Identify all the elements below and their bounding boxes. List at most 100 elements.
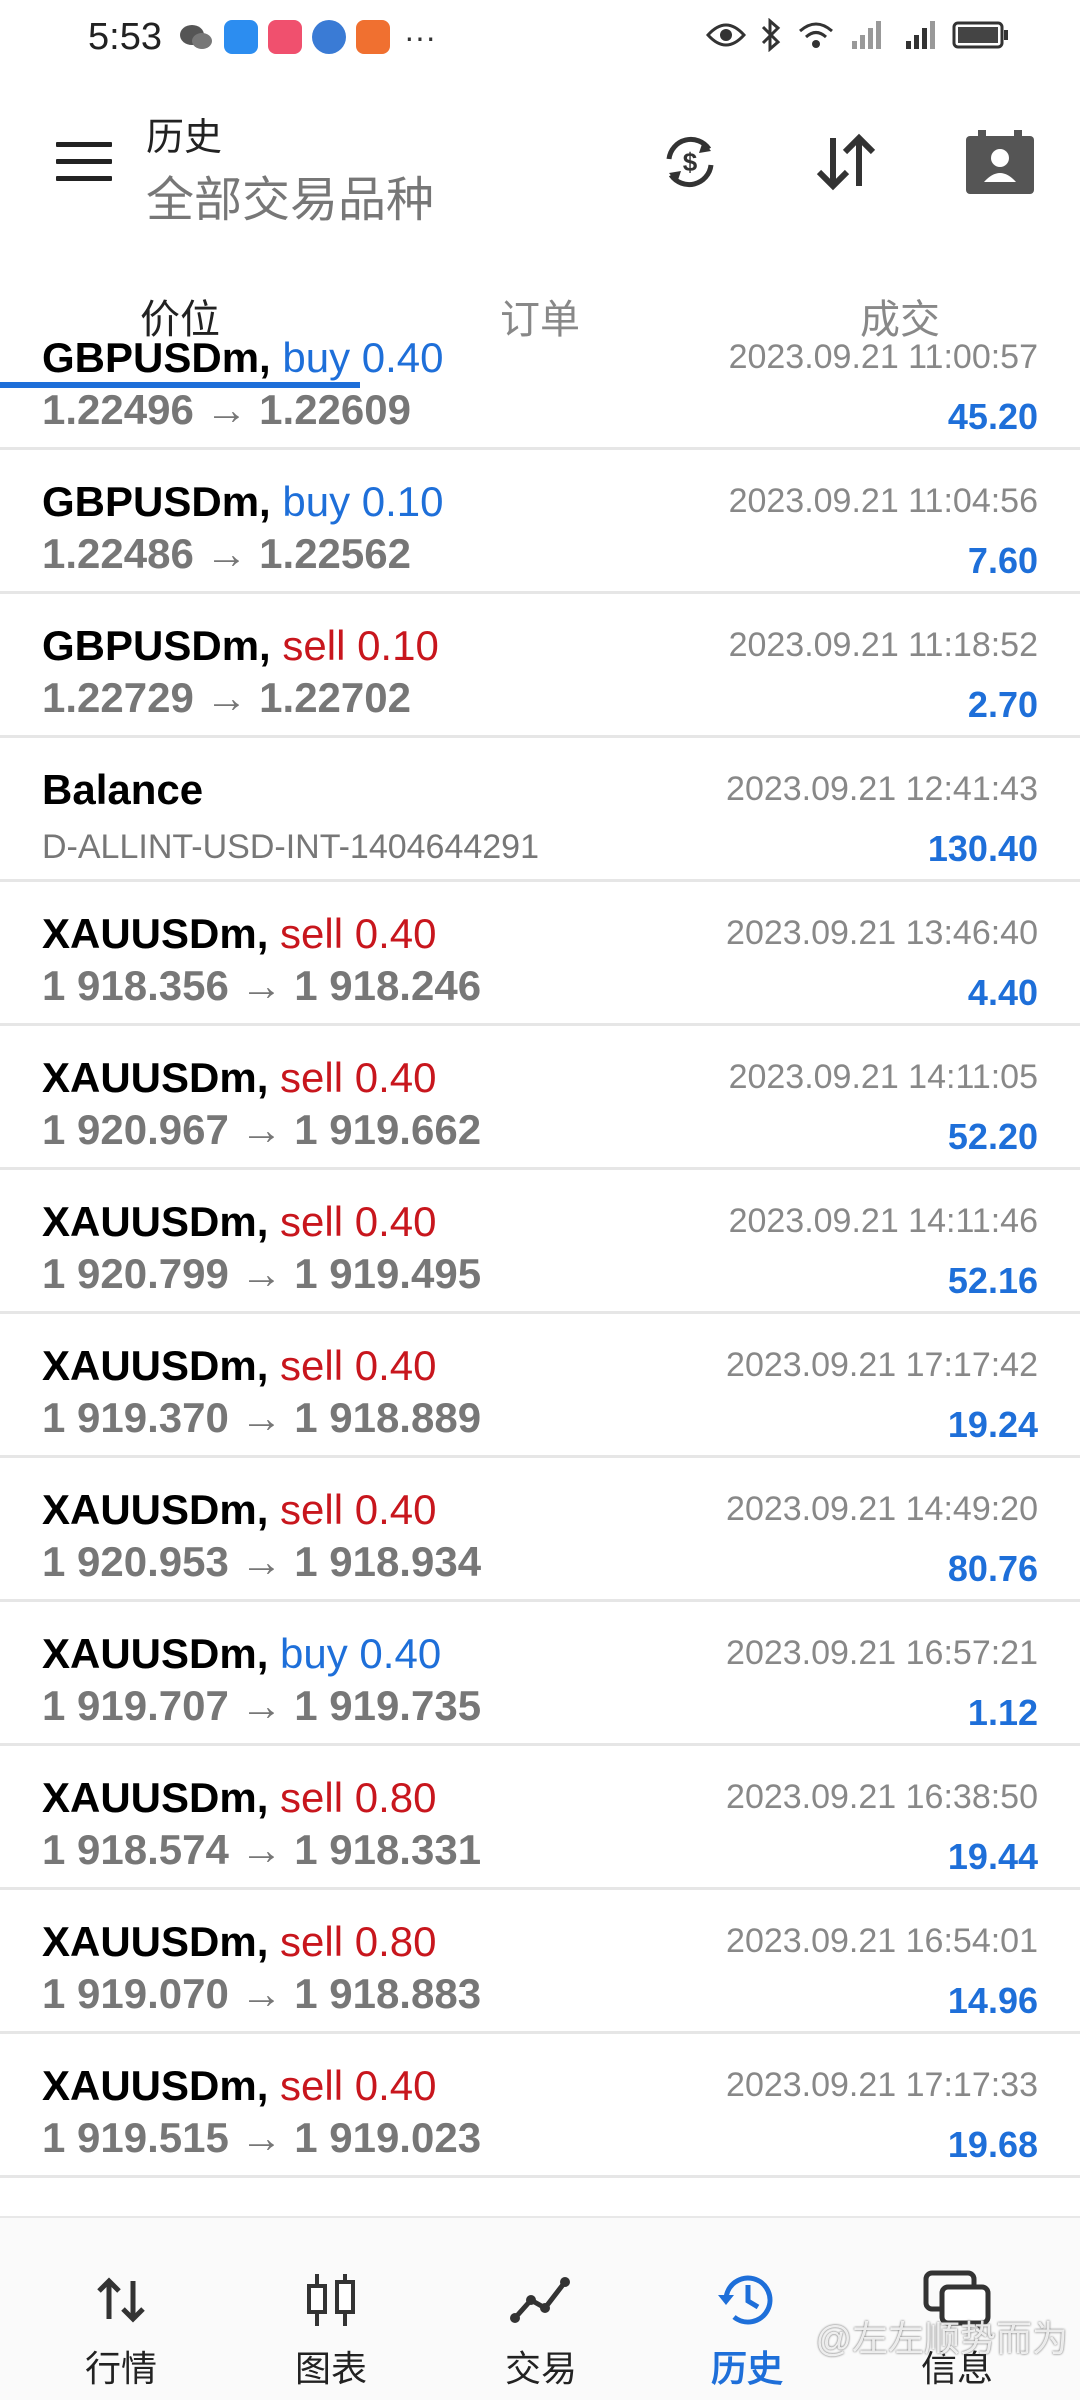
deal-time: 2023.09.21 14:11:46 [728, 1202, 1038, 1240]
deal-symbol: XAUUSDm, sell 0.40 [42, 1342, 436, 1390]
deal-row[interactable]: GBPUSDm, buy 0.10 1.22486 → 1.22562 2023.0… [0, 450, 1080, 594]
symbol-label: XAUUSDm, [42, 1054, 269, 1101]
deal-prices: 1 919.515 → 1 919.023 [42, 2114, 481, 2162]
deal-profit: 52.16 [947, 1260, 1038, 1301]
browser-icon [312, 20, 346, 54]
signal-icon [852, 21, 881, 49]
deal-profit: 80.76 [947, 1548, 1038, 1589]
deal-symbol: XAUUSDm, sell 0.80 [42, 1918, 436, 1966]
deal-prices: 1 920.953 → 1 918.934 [42, 1538, 481, 1586]
arrow-right-icon: → [240, 1826, 283, 1873]
notification-icons: ··· [178, 20, 436, 54]
open-price: 1.22729 [42, 674, 194, 721]
deal-time: 2023.09.21 12:41:43 [726, 770, 1038, 808]
deal-symbol: XAUUSDm, sell 0.40 [42, 910, 436, 958]
sort-arrows-icon [816, 133, 876, 191]
arrow-right-icon: → [240, 1106, 283, 1153]
deal-time: 2023.09.21 11:18:52 [728, 626, 1038, 664]
deal-prices: 1.22496 → 1.22609 [42, 386, 411, 434]
open-price: 1 920.967 [42, 1106, 229, 1153]
arrow-right-icon: → [240, 1682, 283, 1729]
deal-side-volume: sell 0.40 [280, 1486, 437, 1533]
deal-description: D-ALLINT-USD-INT-1404644291 [42, 828, 540, 866]
candlestick-chart-icon [291, 2268, 371, 2332]
deal-prices: 1 919.707 → 1 919.735 [42, 1682, 481, 1730]
deal-row[interactable]: XAUUSDm, sell 0.40 1 920.799 → 1 919.495 2… [0, 1170, 1080, 1314]
currency-exchange-button[interactable]: $ [650, 122, 730, 202]
symbol-filter[interactable]: 全部交易品种 [146, 160, 434, 230]
status-time: 5:53 [88, 16, 162, 58]
deal-profit: 130.40 [927, 828, 1038, 869]
deal-row[interactable]: GBPUSDm, sell 0.10 1.22729 → 1.22702 2023.… [0, 594, 1080, 738]
deal-time: 2023.09.21 11:00:57 [728, 340, 1038, 376]
app-header: 历史 全部交易品种 $ [0, 80, 1080, 250]
deal-time: 2023.09.21 17:17:33 [726, 2066, 1038, 2104]
calendar-button[interactable] [960, 122, 1040, 202]
deal-row[interactable]: XAUUSDm, sell 0.40 1 918.356 → 1 918.246 2… [0, 882, 1080, 1026]
nav-quotes[interactable]: 行情 [16, 2218, 226, 2402]
nav-charts-label: 图表 [294, 2348, 367, 2389]
deal-row[interactable]: Balance D-ALLINT-USD-INT-1404644291 2023.0… [0, 738, 1080, 882]
signal-5g-icon [906, 21, 935, 49]
history-clock-icon [707, 2268, 787, 2332]
deal-time: 2023.09.21 16:54:01 [726, 1922, 1038, 1960]
deal-row[interactable]: XAUUSDm, buy 0.40 1 919.707 → 1 919.735 20… [0, 1602, 1080, 1746]
deal-time: 2023.09.21 17:17:42 [726, 1346, 1038, 1384]
arrow-right-icon: → [240, 1538, 283, 1585]
nav-charts[interactable]: 图表 [226, 2218, 436, 2402]
arrow-right-icon: → [240, 1250, 283, 1297]
symbol-label: GBPUSDm, [42, 340, 271, 381]
deal-row[interactable]: XAUUSDm, sell 0.40 1 920.953 → 1 918.934 2… [0, 1458, 1080, 1602]
deal-row[interactable]: XAUUSDm, sell 0.80 1 919.070 → 1 918.883 2… [0, 1890, 1080, 2034]
open-price: 1 919.707 [42, 1682, 229, 1729]
deal-side-volume: sell 0.80 [280, 1774, 437, 1821]
close-price: 1.22562 [259, 530, 411, 577]
more-notifications-icon: ··· [404, 19, 436, 55]
deal-side-volume: buy 0.40 [280, 1630, 442, 1677]
active-tab-indicator [0, 382, 360, 388]
deal-symbol: XAUUSDm, sell 0.80 [42, 1774, 436, 1822]
deal-time: 2023.09.21 16:38:50 [726, 1778, 1038, 1816]
deal-symbol: GBPUSDm, buy 0.10 [42, 478, 444, 526]
symbol-label: XAUUSDm, [42, 1918, 269, 1965]
close-price: 1 919.495 [294, 1250, 482, 1297]
menu-icon[interactable] [56, 142, 112, 182]
symbol-label: XAUUSDm, [42, 2062, 269, 2109]
deal-time: 2023.09.21 16:57:21 [726, 1634, 1038, 1672]
deal-row[interactable]: XAUUSDm, sell 0.40 1 919.515 → 1 919.023 2… [0, 2034, 1080, 2178]
sort-button[interactable] [806, 122, 886, 202]
deal-time: 2023.09.21 14:11:05 [728, 1058, 1038, 1096]
nav-trade-label: 交易 [504, 2348, 577, 2389]
close-price: 1.22609 [259, 386, 411, 433]
deal-profit: 4.40 [967, 972, 1038, 1013]
open-price: 1 918.356 [42, 962, 229, 1009]
bottom-navigation: 行情 图表 交易 历史 信息 [0, 2216, 1080, 2400]
quotes-arrows-icon [81, 2268, 161, 2332]
nav-trade[interactable]: 交易 [436, 2218, 646, 2402]
watermark-text: @左左顺势而为 [815, 2318, 1068, 2359]
app-notification-icon [268, 20, 302, 54]
weather-app-icon [224, 20, 258, 54]
history-list[interactable]: GBPUSDm, buy 0.40 1.22496 → 1.22609 2023.0… [0, 340, 1080, 2216]
currency-exchange-icon: $ [666, 137, 714, 187]
bluetooth-icon [761, 18, 781, 52]
svg-text:$: $ [683, 147, 698, 177]
deal-row[interactable]: XAUUSDm, sell 0.80 1 918.574 → 1 918.331 2… [0, 1746, 1080, 1890]
close-price: 1 919.023 [294, 2114, 482, 2161]
deal-row[interactable]: XAUUSDm, sell 0.40 1 920.967 → 1 919.662 2… [0, 1026, 1080, 1170]
deal-prices: 1 918.574 → 1 918.331 [42, 1826, 481, 1874]
deal-prices: 1.22729 → 1.22702 [42, 674, 411, 722]
deal-row[interactable]: XAUUSDm, sell 0.40 1 919.370 → 1 918.889 2… [0, 1314, 1080, 1458]
deal-time: 2023.09.21 14:49:20 [726, 1490, 1038, 1528]
symbol-label: XAUUSDm, [42, 1198, 269, 1245]
status-bar: 5:53 ··· [0, 0, 1080, 80]
deal-row[interactable]: GBPUSDm, buy 0.40 1.22496 → 1.22609 2023.0… [0, 340, 1080, 450]
deal-symbol: XAUUSDm, buy 0.40 [42, 1630, 441, 1678]
open-price: 1 920.799 [42, 1250, 229, 1297]
deal-side-volume: buy 0.40 [282, 340, 444, 381]
arrow-right-icon: → [205, 674, 248, 721]
deal-profit: 14.96 [947, 1980, 1038, 2021]
arrow-right-icon: → [205, 530, 248, 577]
deal-side-volume: sell 0.40 [280, 910, 437, 957]
open-price: 1 920.953 [42, 1538, 229, 1585]
